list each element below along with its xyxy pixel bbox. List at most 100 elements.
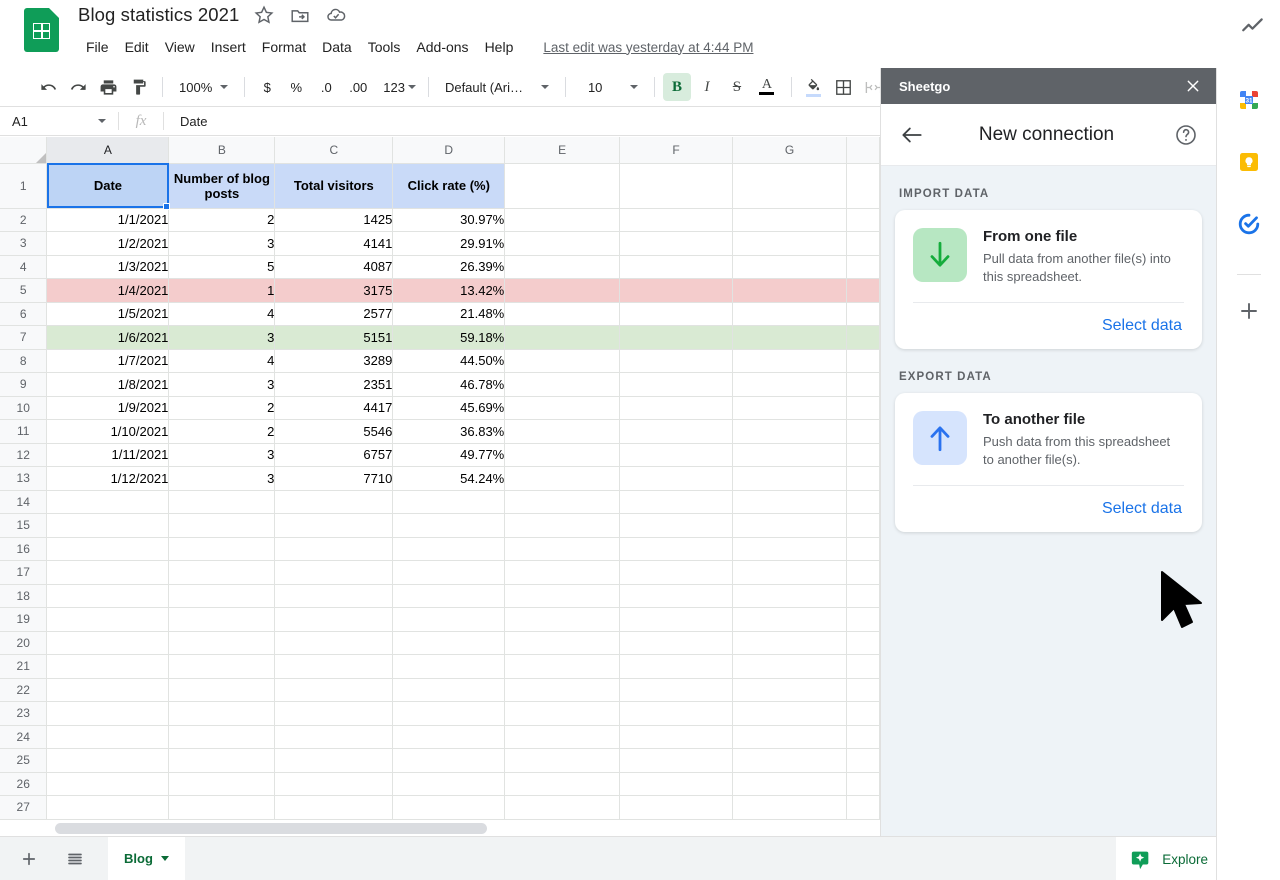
cell-b7[interactable]: 3 xyxy=(168,325,276,350)
cell-f27[interactable] xyxy=(619,795,734,819)
fill-handle[interactable] xyxy=(163,203,170,210)
row-header-4[interactable]: 4 xyxy=(0,255,48,279)
cell-b17[interactable] xyxy=(168,560,276,585)
cell-c13[interactable]: 7710 xyxy=(274,466,394,491)
cell-f12[interactable] xyxy=(619,443,734,467)
cell-f5[interactable] xyxy=(619,278,734,303)
cell-g24[interactable] xyxy=(732,725,847,749)
cell-g7[interactable] xyxy=(732,325,847,350)
row-header-13[interactable]: 13 xyxy=(0,466,48,491)
cell-e13[interactable] xyxy=(504,466,621,491)
cell-h16[interactable] xyxy=(846,537,880,561)
cell-d16[interactable] xyxy=(392,537,506,561)
cell-d20[interactable] xyxy=(392,631,506,655)
strikethrough-button[interactable]: S xyxy=(723,73,751,101)
row-header-3[interactable]: 3 xyxy=(0,231,48,256)
cell-b22[interactable] xyxy=(168,678,276,702)
cell-d17[interactable] xyxy=(392,560,506,585)
cell-g13[interactable] xyxy=(732,466,847,491)
cell-a24[interactable] xyxy=(46,725,170,749)
google-calendar-icon[interactable]: 31 xyxy=(1237,88,1261,112)
cell-g26[interactable] xyxy=(732,772,847,796)
menu-tools[interactable]: Tools xyxy=(360,36,409,58)
row-header-12[interactable]: 12 xyxy=(0,443,48,467)
cell-c11[interactable]: 5546 xyxy=(274,419,394,444)
menu-format[interactable]: Format xyxy=(254,36,314,58)
menu-view[interactable]: View xyxy=(157,36,203,58)
cell-a7[interactable]: 1/6/2021 xyxy=(46,325,170,350)
cell-h7[interactable] xyxy=(846,325,880,350)
cell-c19[interactable] xyxy=(274,607,394,632)
cell-d18[interactable] xyxy=(392,584,506,608)
cell-f16[interactable] xyxy=(619,537,734,561)
cell-h26[interactable] xyxy=(846,772,880,796)
cell-h6[interactable] xyxy=(846,302,880,326)
cell-f2[interactable] xyxy=(619,208,734,232)
export-card[interactable]: To another file Push data from this spre… xyxy=(895,393,1202,532)
cell-d1[interactable]: Click rate (%) xyxy=(392,163,506,209)
cell-b16[interactable] xyxy=(168,537,276,561)
plus-icon[interactable] xyxy=(1237,299,1261,323)
import-select-data-button[interactable]: Select data xyxy=(913,303,1184,349)
cell-a10[interactable]: 1/9/2021 xyxy=(46,396,170,420)
cell-b25[interactable] xyxy=(168,748,276,773)
cell-h15[interactable] xyxy=(846,513,880,538)
cell-h8[interactable] xyxy=(846,349,880,373)
cell-h23[interactable] xyxy=(846,701,880,726)
cell-d15[interactable] xyxy=(392,513,506,538)
menu-file[interactable]: File xyxy=(78,36,117,58)
cell-c7[interactable]: 5151 xyxy=(274,325,394,350)
cell-e8[interactable] xyxy=(504,349,621,373)
cell-h9[interactable] xyxy=(846,372,880,397)
cell-e14[interactable] xyxy=(504,490,621,514)
cell-a9[interactable]: 1/8/2021 xyxy=(46,372,170,397)
help-circle-icon[interactable] xyxy=(1174,123,1198,147)
cell-g3[interactable] xyxy=(732,231,847,256)
cell-c5[interactable]: 3175 xyxy=(274,278,394,303)
cell-a20[interactable] xyxy=(46,631,170,655)
cell-f24[interactable] xyxy=(619,725,734,749)
google-keep-icon[interactable] xyxy=(1237,150,1261,174)
cell-h21[interactable] xyxy=(846,654,880,679)
cell-a17[interactable] xyxy=(46,560,170,585)
cloud-saved-icon[interactable] xyxy=(325,4,347,26)
undo-icon[interactable] xyxy=(34,73,62,101)
row-header-16[interactable]: 16 xyxy=(0,537,48,561)
cell-a19[interactable] xyxy=(46,607,170,632)
cell-c22[interactable] xyxy=(274,678,394,702)
cell-d21[interactable] xyxy=(392,654,506,679)
cell-d2[interactable]: 30.97% xyxy=(392,208,506,232)
cell-b15[interactable] xyxy=(168,513,276,538)
row-header-21[interactable]: 21 xyxy=(0,654,48,679)
row-header-20[interactable]: 20 xyxy=(0,631,48,655)
cell-b10[interactable]: 2 xyxy=(168,396,276,420)
cell-d3[interactable]: 29.91% xyxy=(392,231,506,256)
cell-g1[interactable] xyxy=(732,163,847,209)
column-header-g[interactable]: G xyxy=(732,137,847,164)
cell-a3[interactable]: 1/2/2021 xyxy=(46,231,170,256)
redo-icon[interactable] xyxy=(64,73,92,101)
cell-a21[interactable] xyxy=(46,654,170,679)
column-header-b[interactable]: B xyxy=(168,137,276,164)
cell-g21[interactable] xyxy=(732,654,847,679)
cell-d19[interactable] xyxy=(392,607,506,632)
cell-h25[interactable] xyxy=(846,748,880,773)
cell-a14[interactable] xyxy=(46,490,170,514)
cell-c8[interactable]: 3289 xyxy=(274,349,394,373)
row-header-2[interactable]: 2 xyxy=(0,208,48,232)
google-tasks-icon[interactable] xyxy=(1237,212,1261,236)
cell-c9[interactable]: 2351 xyxy=(274,372,394,397)
cell-e2[interactable] xyxy=(504,208,621,232)
cell-a2[interactable]: 1/1/2021 xyxy=(46,208,170,232)
row-header-11[interactable]: 11 xyxy=(0,419,48,444)
cell-b14[interactable] xyxy=(168,490,276,514)
chevron-down-icon[interactable] xyxy=(98,119,106,123)
cell-e7[interactable] xyxy=(504,325,621,350)
row-header-14[interactable]: 14 xyxy=(0,490,48,514)
cell-a27[interactable] xyxy=(46,795,170,819)
cell-f4[interactable] xyxy=(619,255,734,279)
row-header-1[interactable]: 1 xyxy=(0,163,48,209)
font-size-selector[interactable]: 10 xyxy=(574,74,646,100)
all-sheets-button[interactable] xyxy=(58,842,92,876)
cell-c25[interactable] xyxy=(274,748,394,773)
